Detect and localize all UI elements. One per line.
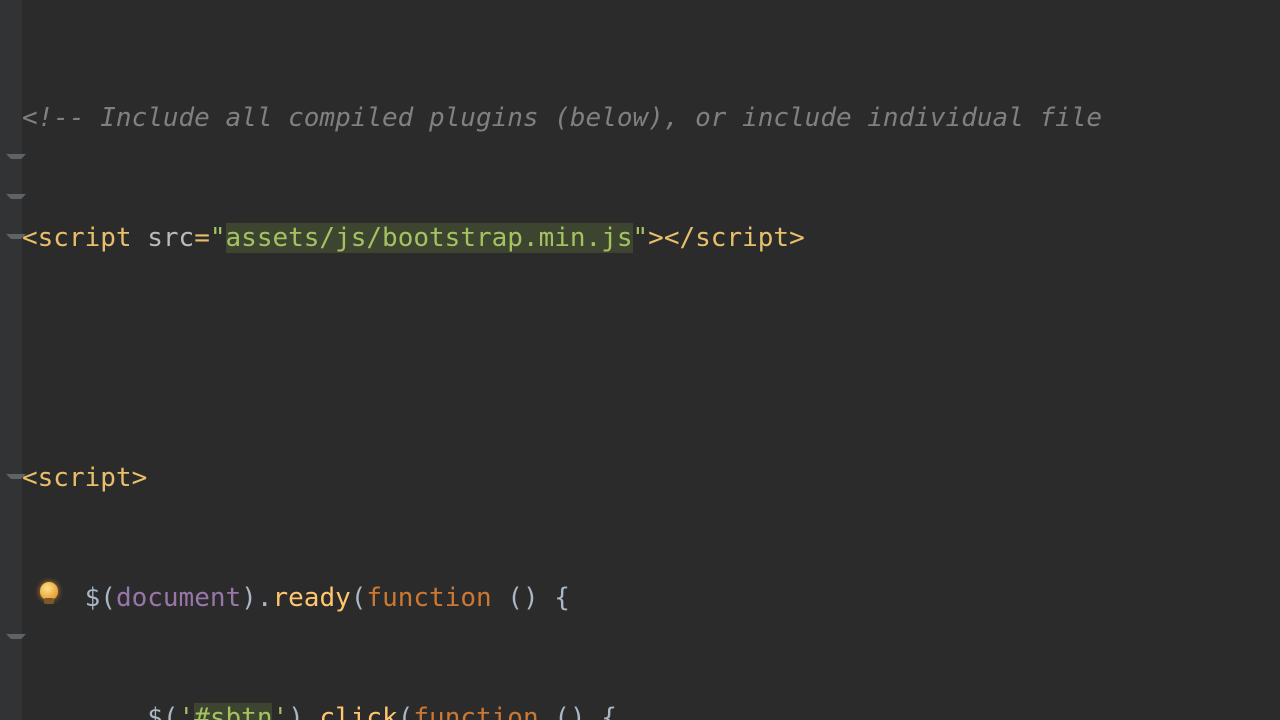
comment-text: <!-- Include all compiled plugins (below… bbox=[22, 103, 1102, 133]
code-line[interactable]: $(document).ready(function () { bbox=[22, 578, 1280, 618]
gutter bbox=[0, 0, 22, 720]
code-area[interactable]: <!-- Include all compiled plugins (below… bbox=[22, 18, 1280, 720]
code-line[interactable]: <!-- Include all compiled plugins (below… bbox=[22, 98, 1280, 138]
code-line[interactable]: $('#sbtn').click(function () { bbox=[22, 698, 1280, 720]
code-line[interactable] bbox=[22, 338, 1280, 378]
code-line[interactable]: <script> bbox=[22, 458, 1280, 498]
code-editor[interactable]: <!-- Include all compiled plugins (below… bbox=[0, 0, 1280, 720]
code-line[interactable]: <script src="assets/js/bootstrap.min.js"… bbox=[22, 218, 1280, 258]
